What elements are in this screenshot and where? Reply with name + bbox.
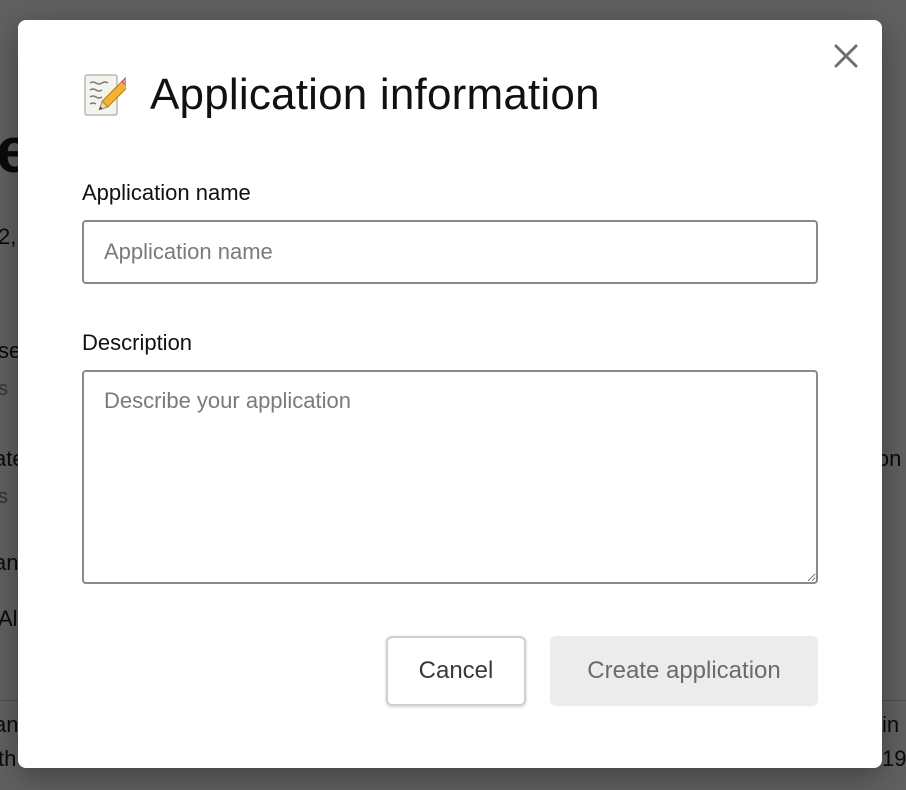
- dialog-header: Application information: [82, 70, 600, 120]
- memo-icon: [84, 74, 126, 116]
- dialog-title: Application information: [150, 70, 600, 119]
- close-icon: [834, 44, 858, 68]
- application-name-label: Application name: [82, 180, 251, 205]
- description-label: Description: [82, 330, 193, 355]
- application-name-input[interactable]: [82, 220, 818, 284]
- create-application-button[interactable]: Create application: [550, 636, 818, 706]
- close-button[interactable]: [830, 40, 862, 72]
- application-info-dialog: Application information Application name…: [18, 20, 882, 768]
- cancel-button[interactable]: Cancel: [386, 636, 526, 706]
- description-textarea[interactable]: [82, 370, 818, 584]
